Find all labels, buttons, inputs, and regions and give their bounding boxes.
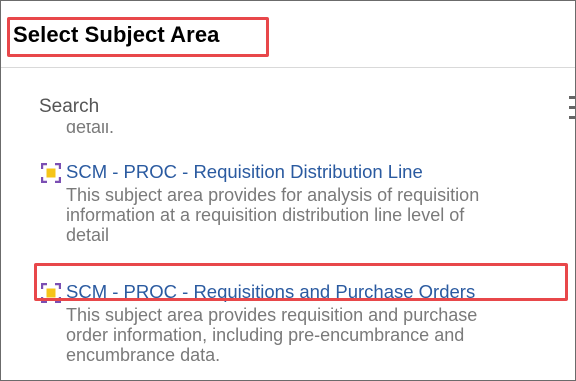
subject-area-description: This subject area provides for analysis …: [66, 185, 575, 245]
description-line: order information, including pre-encumbr…: [66, 325, 465, 345]
description-line: detail: [66, 225, 110, 245]
title-highlight-box: [7, 17, 269, 57]
subject-area-icon: [41, 163, 61, 183]
subject-area-description: This subject area provides requisition a…: [66, 305, 575, 365]
scroll-handle-icon[interactable]: [569, 96, 575, 120]
subject-area-title-link[interactable]: SCM - PROC - Requisition Distribution Li…: [66, 161, 423, 183]
item-highlight-box: [34, 263, 568, 301]
title-divider: [1, 67, 575, 68]
description-line: encumbrance data.: [66, 345, 221, 365]
description-line: information at a requisition distributio…: [66, 205, 465, 225]
search-input[interactable]: [23, 88, 543, 126]
description-line: This subject area provides for analysis …: [66, 185, 480, 205]
select-subject-area-dialog: Select Subject Area detail. SCM - PROC -…: [0, 0, 576, 381]
description-line: This subject area provides requisition a…: [66, 305, 478, 325]
subject-area-list: detail. SCM - PROC - Requisition Distrib…: [1, 123, 575, 380]
search-row: [23, 88, 575, 126]
previous-item-description-tail: detail.: [66, 123, 115, 137]
